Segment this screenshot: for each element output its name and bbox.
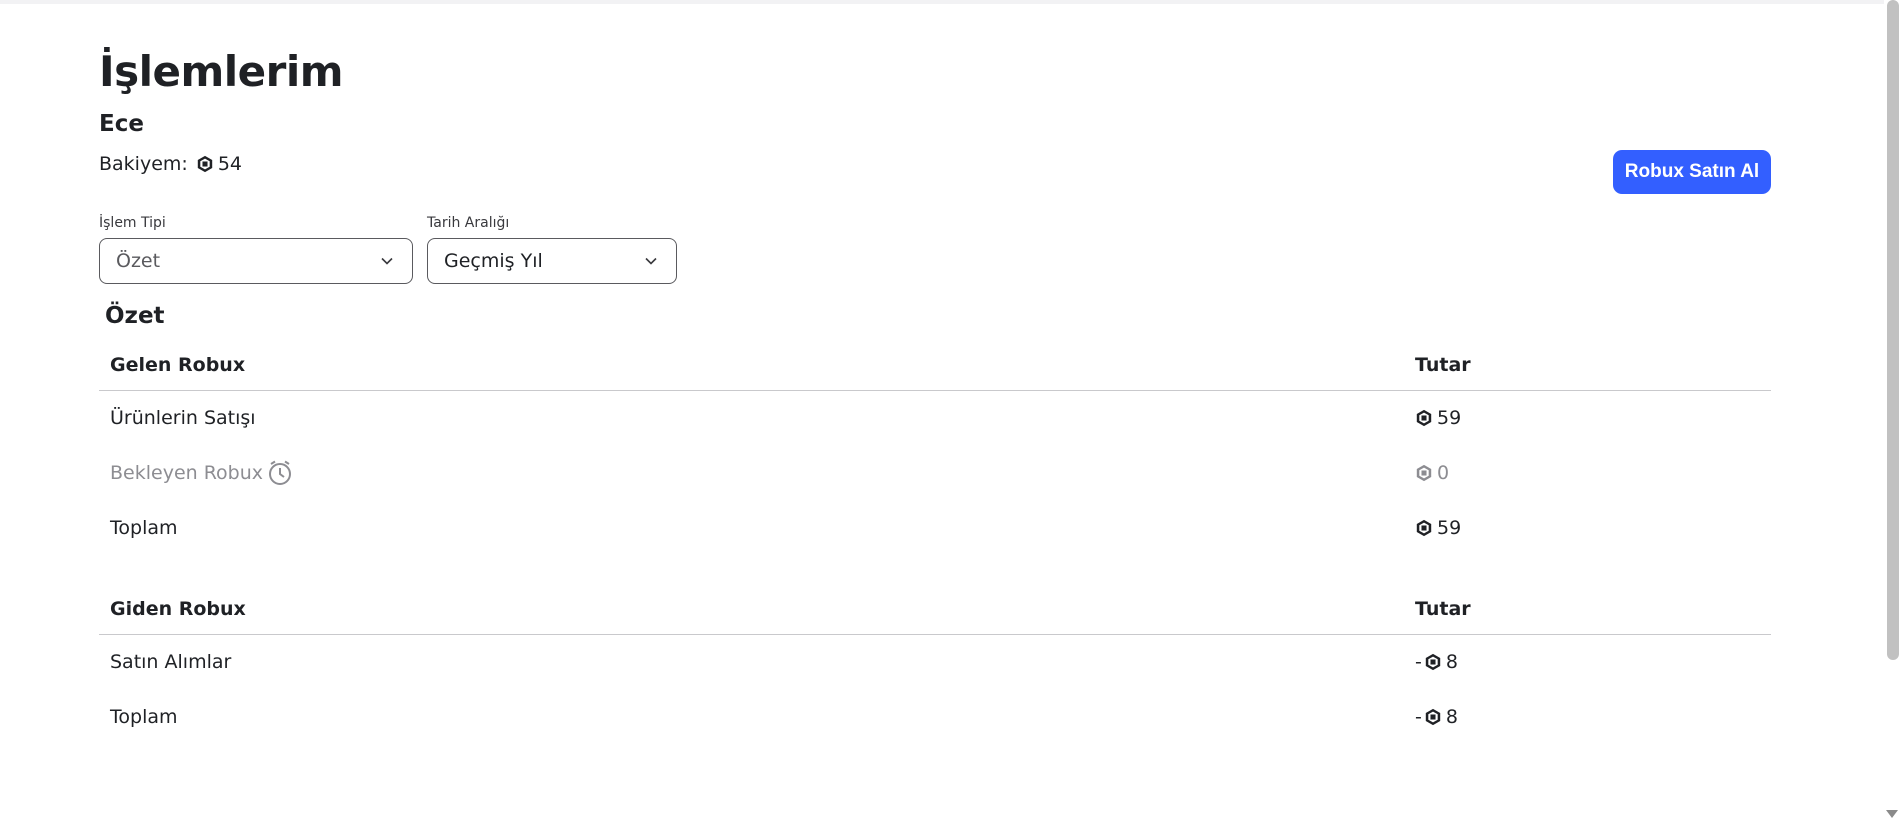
vertical-scrollbar[interactable] (1884, 0, 1902, 824)
date-range-select[interactable]: Geçmiş Yıl (427, 238, 677, 284)
chevron-down-icon (645, 257, 657, 265)
amount-value: 8 (1445, 706, 1458, 728)
row-label: Bekleyen Robux (110, 459, 294, 487)
robux-icon (1416, 409, 1432, 427)
amount-header: Tutar (1415, 354, 1471, 376)
table-row: Bekleyen Robux 0 (99, 446, 1771, 501)
table-row: Ürünlerin Satışı 59 (99, 391, 1771, 446)
robux-icon (1425, 653, 1441, 671)
robux-icon (197, 155, 213, 173)
amount-value: 0 (1437, 462, 1450, 484)
row-amount: - 8 (1415, 651, 1458, 673)
row-label: Ürünlerin Satışı (110, 407, 256, 429)
chevron-down-icon (381, 257, 393, 265)
row-label: Toplam (110, 517, 178, 539)
page-title: İşlemlerim (99, 47, 344, 96)
clock-icon[interactable] (266, 459, 294, 487)
outgoing-table-header: Giden Robux Tutar (99, 597, 1771, 635)
transaction-type-label: İşlem Tipi (99, 215, 166, 231)
negative-sign: - (1415, 706, 1422, 728)
row-amount: 59 (1415, 517, 1461, 539)
incoming-table-header: Gelen Robux Tutar (99, 353, 1771, 391)
date-range-value: Geçmiş Yıl (444, 250, 543, 272)
amount-value: 8 (1445, 651, 1458, 673)
robux-icon (1416, 519, 1432, 537)
balance-label: Bakiyem: (99, 153, 188, 175)
scroll-down-arrow-icon[interactable] (1886, 810, 1898, 818)
pending-label: Bekleyen Robux (110, 462, 264, 484)
amount-value: 59 (1437, 407, 1462, 429)
row-amount: 0 (1415, 462, 1449, 484)
transaction-type-value: Özet (116, 250, 161, 272)
summary-title: Özet (105, 303, 165, 329)
outgoing-robux-table: Giden Robux Tutar Satın Alımlar - 8 Topl… (99, 597, 1771, 745)
username: Ece (99, 111, 144, 137)
scrollbar-thumb[interactable] (1887, 0, 1899, 660)
robux-icon (1416, 464, 1432, 482)
table-row: Toplam 59 (99, 501, 1771, 556)
robux-icon (1425, 708, 1441, 726)
incoming-robux-table: Gelen Robux Tutar Ürünlerin Satışı 59 Be… (99, 353, 1771, 556)
amount-header: Tutar (1415, 598, 1471, 620)
amount-value: 59 (1437, 517, 1462, 539)
row-amount: - 8 (1415, 706, 1458, 728)
row-label: Satın Alımlar (110, 651, 232, 673)
table-row: Satın Alımlar - 8 (99, 635, 1771, 690)
date-range-label: Tarih Aralığı (427, 215, 510, 231)
transaction-type-select[interactable]: Özet (99, 238, 413, 284)
negative-sign: - (1415, 651, 1422, 673)
row-amount: 59 (1415, 407, 1461, 429)
row-label: Toplam (110, 706, 178, 728)
incoming-header-label: Gelen Robux (110, 354, 246, 376)
outgoing-header-label: Giden Robux (110, 598, 246, 620)
balance: Bakiyem: 54 (99, 152, 242, 176)
balance-value: 54 (217, 153, 242, 175)
table-row: Toplam - 8 (99, 690, 1771, 745)
transactions-page: İşlemlerim Ece Bakiyem: 54 Robux Satın A… (99, 0, 1771, 824)
buy-robux-button[interactable]: Robux Satın Al (1613, 150, 1771, 194)
